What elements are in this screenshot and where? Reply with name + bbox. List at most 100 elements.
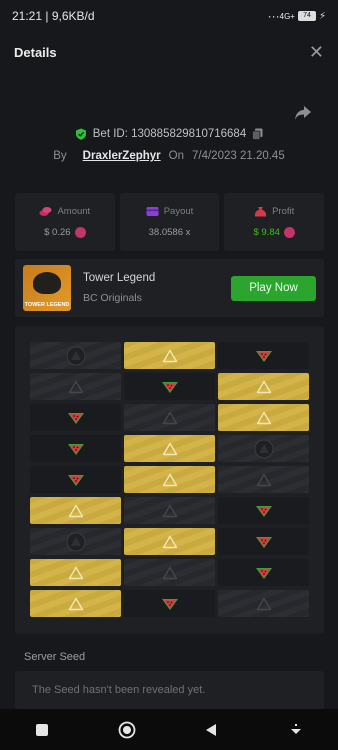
- server-seed-box: The Seed hasn't been revealed yet.: [15, 671, 324, 709]
- board-cell-watermelon: [124, 590, 215, 617]
- payout-label: Payout: [163, 206, 194, 217]
- triangle-icon: [256, 380, 272, 394]
- battery-icon: 74: [297, 11, 316, 21]
- profit-value: $ 9.84: [253, 227, 280, 238]
- recents-button[interactable]: [32, 720, 52, 740]
- by-label: By: [53, 150, 67, 162]
- skull-icon: [66, 532, 86, 552]
- watermelon-icon: [161, 597, 179, 611]
- chips-icon: [39, 207, 52, 216]
- system-nav-bar: [0, 709, 338, 750]
- game-provider: BC Originals: [83, 292, 142, 304]
- board-cell-watermelon: [218, 342, 309, 369]
- board-cell-safe: [124, 528, 215, 555]
- skull-icon: [66, 346, 86, 366]
- watermelon-icon: [255, 349, 273, 363]
- overflow-dots: ···: [267, 9, 280, 23]
- board-cell-safe: [30, 559, 121, 586]
- board-cell-safe: [218, 404, 309, 431]
- board-cell-watermelon: [218, 528, 309, 555]
- watermelon-icon: [255, 566, 273, 580]
- triangle-icon: [68, 380, 84, 394]
- charging-icon: ⚡: [318, 10, 326, 22]
- status-time: 21:21 | 9,6KB/d: [12, 9, 95, 23]
- triangle-icon: [68, 597, 84, 611]
- money-bag-icon: [254, 207, 267, 217]
- board-cell-closed: [124, 404, 215, 431]
- triangle-icon: [256, 411, 272, 425]
- amount-label: Amount: [57, 206, 91, 217]
- board-cell-closed: [124, 497, 215, 524]
- board-cell-safe: [30, 497, 121, 524]
- stat-profit: Profit $ 9.84: [224, 193, 325, 251]
- tower-board: [15, 326, 324, 634]
- thumbnail-text: TOWER LEGEND: [24, 302, 70, 308]
- bet-datetime: 7/4/2023 21.20.45: [192, 150, 285, 162]
- triangle-icon: [162, 504, 178, 518]
- home-button[interactable]: [117, 720, 137, 740]
- board-cell-closed: [218, 435, 309, 462]
- status-icons: ···: [268, 9, 280, 23]
- board-cell-safe: [124, 466, 215, 493]
- board-cell-watermelon: [218, 559, 309, 586]
- copy-icon[interactable]: [252, 128, 263, 140]
- back-button[interactable]: [201, 720, 221, 740]
- game-name: Tower Legend: [83, 272, 156, 284]
- coin-icon: [74, 227, 86, 238]
- watermelon-icon: [67, 411, 85, 425]
- status-right: 4G+ 74 ⚡: [280, 11, 326, 22]
- triangle-icon: [256, 473, 272, 487]
- skull-icon: [254, 439, 274, 459]
- keyboard-hide-button[interactable]: [286, 720, 306, 740]
- on-label: On: [168, 150, 184, 162]
- triangle-icon: [162, 566, 178, 580]
- coin-icon: [283, 227, 295, 238]
- amount-value: $ 0.26: [44, 227, 71, 238]
- triangle-icon: [162, 442, 178, 456]
- triangle-icon: [162, 411, 178, 425]
- gorilla-icon: [33, 272, 61, 294]
- page-title: Details: [14, 44, 57, 60]
- close-icon[interactable]: ✕: [309, 43, 324, 61]
- board-cell-safe: [218, 373, 309, 400]
- username-link[interactable]: DraxlerZephyr: [83, 150, 161, 162]
- server-seed-label: Server Seed: [24, 651, 86, 663]
- watermelon-icon: [161, 380, 179, 394]
- board-cell-watermelon: [30, 466, 121, 493]
- board-cell-safe: [124, 342, 215, 369]
- play-now-button[interactable]: Play Now: [231, 275, 316, 301]
- triangle-icon: [68, 566, 84, 580]
- board-cell-closed: [30, 373, 121, 400]
- board-cell-closed: [30, 528, 121, 555]
- network-label: 4G+: [279, 11, 295, 21]
- share-icon[interactable]: [294, 105, 312, 121]
- watermelon-icon: [255, 504, 273, 518]
- stat-amount: Amount $ 0.26: [15, 193, 115, 251]
- bet-id-row: Bet ID: 130885829810716684: [0, 128, 338, 140]
- board-cell-safe: [30, 590, 121, 617]
- bet-meta: By DraxlerZephyr On 7/4/2023 21.20.45: [0, 150, 338, 162]
- details-header: Details ✕: [0, 32, 338, 72]
- board-cell-watermelon: [30, 435, 121, 462]
- board-cell-watermelon: [30, 404, 121, 431]
- shield-check-icon: [75, 128, 86, 140]
- board-cell-closed: [218, 590, 309, 617]
- board-cell-closed: [30, 342, 121, 369]
- watermelon-icon: [255, 535, 273, 549]
- board-cell-safe: [124, 435, 215, 462]
- board-cell-watermelon: [218, 497, 309, 524]
- triangle-icon: [68, 504, 84, 518]
- watermelon-icon: [67, 442, 85, 456]
- watermelon-icon: [67, 473, 85, 487]
- board-cell-closed: [124, 559, 215, 586]
- server-seed-text: The Seed hasn't been revealed yet.: [32, 684, 206, 696]
- stat-payout: Payout 38.0586 x: [119, 193, 220, 251]
- triangle-icon: [162, 349, 178, 363]
- triangle-icon: [256, 597, 272, 611]
- profit-label: Profit: [272, 206, 295, 217]
- status-bar: 21:21 | 9,6KB/d ··· 4G+ 74 ⚡: [0, 0, 338, 32]
- triangle-icon: [162, 535, 178, 549]
- triangle-icon: [162, 473, 178, 487]
- game-thumbnail[interactable]: TOWER LEGEND: [23, 265, 71, 311]
- board-cell-watermelon: [124, 373, 215, 400]
